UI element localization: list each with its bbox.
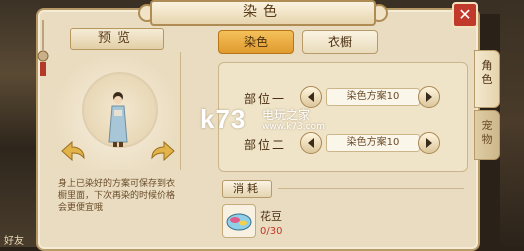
part-one-scheme: 染色方案10 <box>326 88 420 106</box>
side-tab-pet-label: 宠物 <box>481 119 493 146</box>
part-two-label: 部位二 <box>244 138 287 152</box>
close-button[interactable]: ✕ <box>452 2 478 28</box>
tab-dye[interactable]: 染色 <box>218 30 294 54</box>
watermark-url: www.k73.com <box>262 122 325 132</box>
flower-bean-icon <box>226 213 252 231</box>
side-tab-role[interactable]: 角色 <box>474 50 500 108</box>
cost-divider <box>278 188 464 189</box>
item-name: 花豆 <box>260 210 282 223</box>
part-one-next-button[interactable] <box>418 86 440 108</box>
game-background-left <box>0 0 40 247</box>
watermark-site-name: 电玩之家 <box>262 108 311 122</box>
preview-description: 身上已染好的方案可保存到衣橱里面，下次再染的时候价格会更便宜哦 <box>58 179 176 213</box>
hanging-ornament-icon <box>37 20 49 76</box>
item-slot[interactable] <box>222 204 256 238</box>
friend-label[interactable]: 好友 <box>4 232 24 247</box>
side-tab-pet[interactable]: 宠物 <box>474 110 500 160</box>
rotate-left-icon[interactable] <box>60 140 86 162</box>
side-tab-role-label: 角色 <box>481 59 493 86</box>
part-two-next-button[interactable] <box>418 132 440 154</box>
arrow-right-icon <box>426 138 432 148</box>
watermark-logo: k73 <box>200 104 247 134</box>
tab-wardrobe[interactable]: 衣橱 <box>302 30 378 54</box>
parts-box <box>218 62 468 172</box>
arrow-left-icon <box>308 138 314 148</box>
game-background-right <box>500 0 524 247</box>
preview-header: 预览 <box>70 28 164 50</box>
arrow-right-icon <box>426 92 432 102</box>
arrow-left-icon <box>308 92 314 102</box>
item-count: 0/30 <box>260 226 283 237</box>
part-one-prev-button[interactable] <box>300 86 322 108</box>
window-title: 染色 <box>150 0 376 26</box>
rotate-right-icon[interactable] <box>150 140 176 162</box>
part-one-label: 部位一 <box>244 92 287 106</box>
part-two-scheme: 染色方案10 <box>326 134 420 152</box>
character-preview-icon <box>108 92 128 147</box>
part-two-prev-button[interactable] <box>300 132 322 154</box>
cost-header: 消耗 <box>222 180 272 198</box>
